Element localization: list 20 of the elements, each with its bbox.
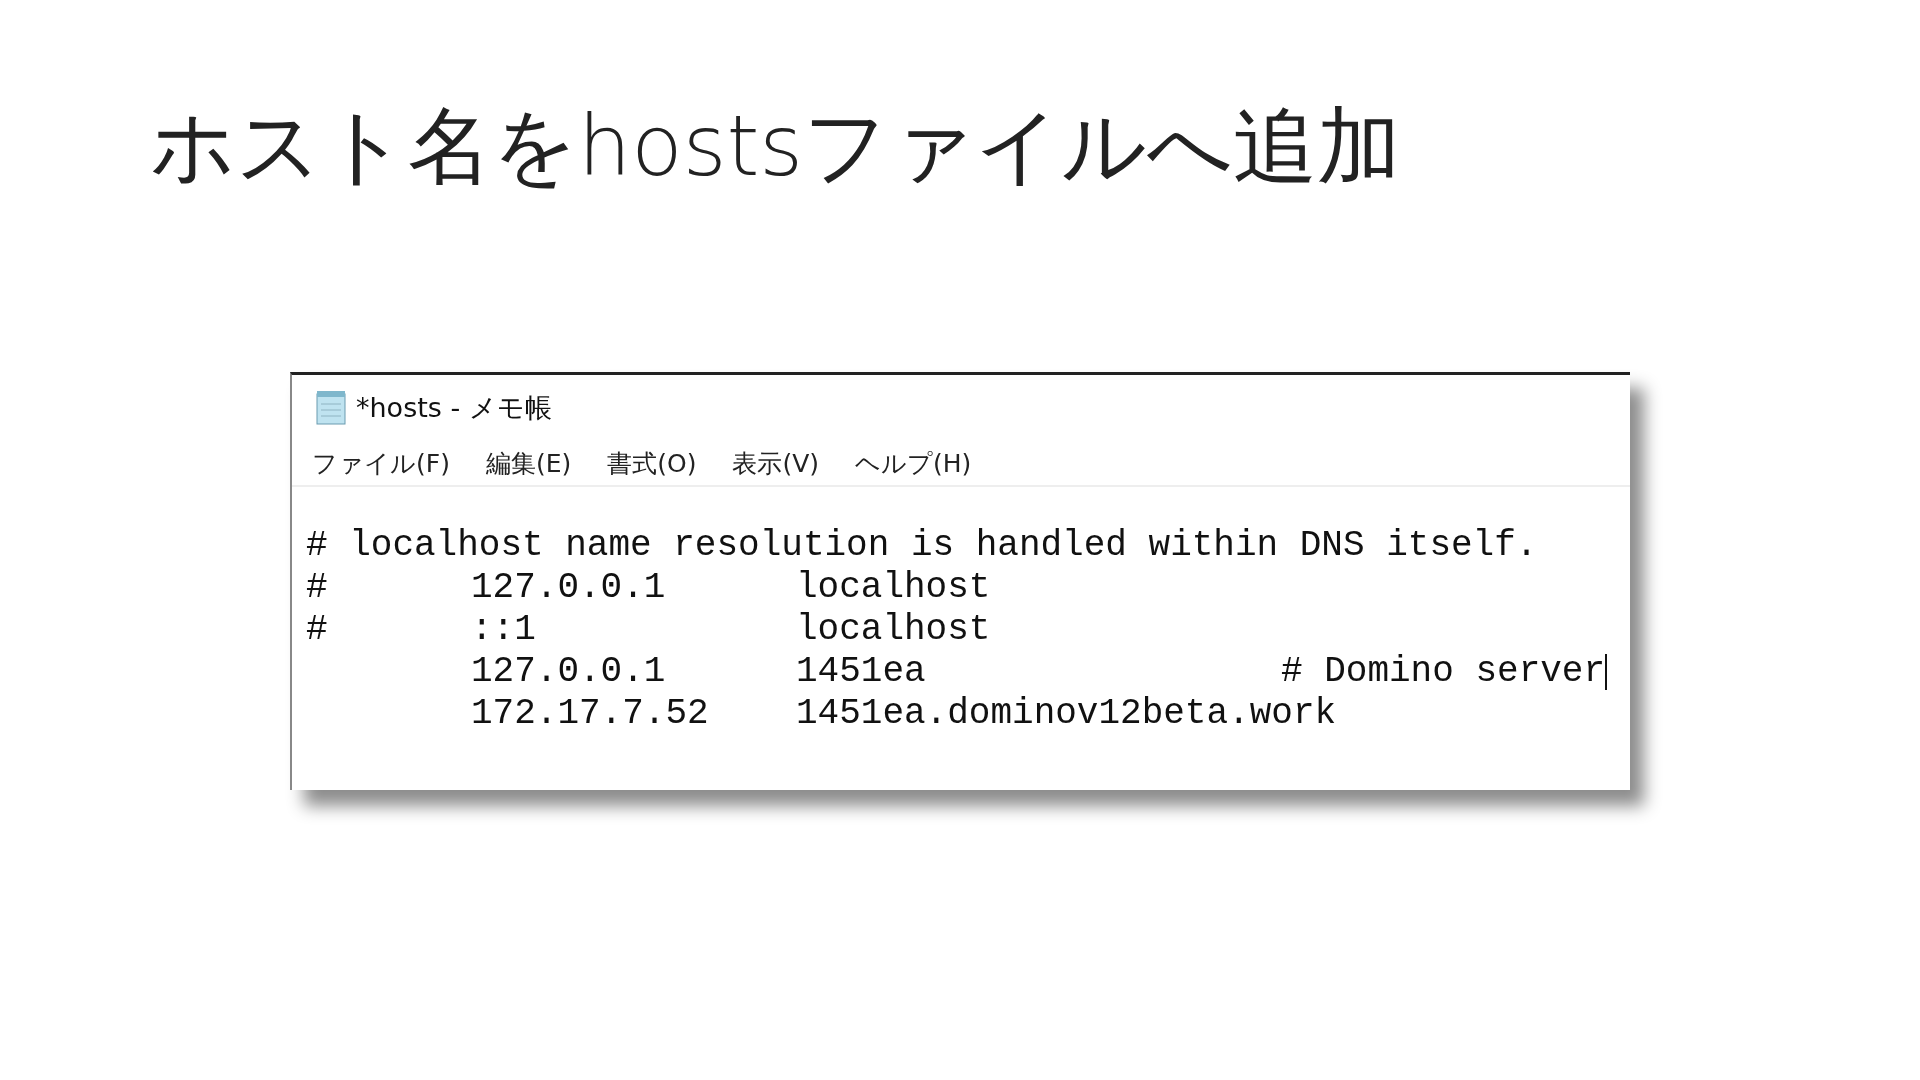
ip-address: 172.17.7.52 [471, 693, 710, 736]
menu-item[interactable]: 表示(V) [732, 444, 819, 483]
menu-item[interactable]: 編集(E) [485, 444, 572, 483]
host-name: localhost [796, 567, 992, 610]
menu-item[interactable]: ヘルプ(H) [855, 444, 972, 483]
host-name: 1451ea [796, 651, 927, 694]
notepad-icon [314, 390, 348, 427]
host-name: localhost [796, 609, 992, 652]
host-name: 1451ea.dominov12beta.work [796, 693, 1338, 736]
comment-mark: # [306, 609, 329, 652]
comment-mark: # [306, 567, 329, 610]
ip-address: 127.0.0.1 [471, 567, 667, 610]
slide-title: ホスト名をhostsファイルへ追加 [150, 100, 1403, 193]
window-title: *hosts - メモ帳 [356, 391, 552, 426]
code-line: # localhost name resolution is handled within DNS itself. [306, 525, 1539, 568]
ip-address: ::1 [471, 609, 537, 652]
inline-comment: # Domino server [1281, 651, 1609, 694]
ip-address: 127.0.0.1 [471, 651, 667, 694]
menu-item[interactable]: ファイル(F) [312, 444, 450, 483]
menu-item[interactable]: 書式(O) [607, 444, 697, 483]
